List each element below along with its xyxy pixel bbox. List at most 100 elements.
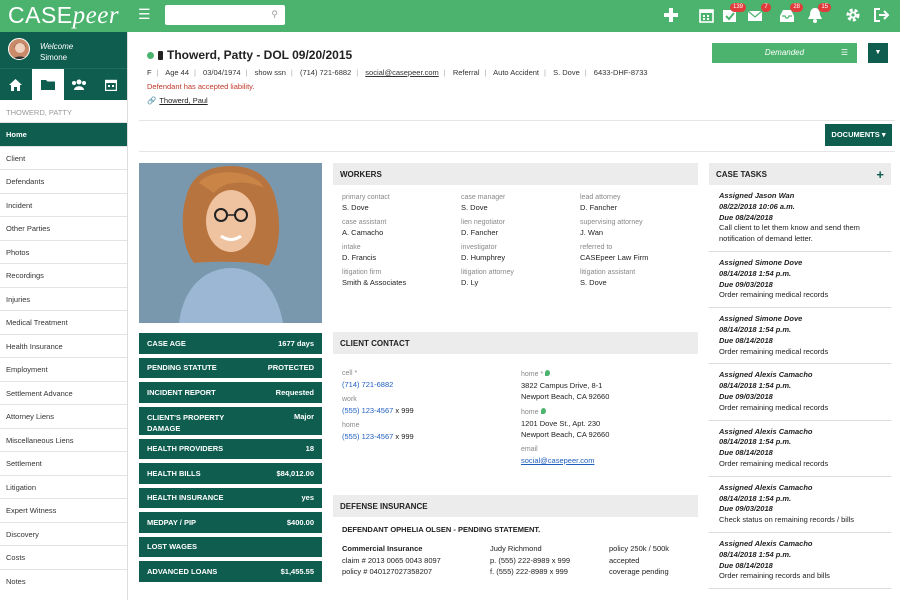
info-age: Age 44 bbox=[165, 68, 189, 77]
inbox-icon[interactable]: 28 bbox=[778, 3, 803, 25]
info-case-number: 6433-DHF-8733 bbox=[593, 68, 648, 77]
sidebar-item-home[interactable]: Home bbox=[0, 122, 127, 146]
worker-litigation-attorney: litigation attorney D. Ly bbox=[461, 269, 514, 287]
worker-intake: intake D. Francis bbox=[342, 244, 377, 262]
calendar-icon[interactable] bbox=[697, 7, 715, 25]
sidebar-item-costs[interactable]: Costs bbox=[0, 545, 127, 569]
stat-incident-report[interactable]: INCIDENT REPORT Requested bbox=[139, 382, 322, 403]
adjuster-name: Judy Richmond bbox=[490, 544, 542, 553]
sidebar-item-notes[interactable]: Notes bbox=[0, 568, 127, 593]
info-source: Referral bbox=[452, 68, 480, 77]
stat-property-damage[interactable]: CLIENT'S PROPERTY DAMAGE Major bbox=[139, 406, 322, 435]
info-gender: F bbox=[147, 68, 152, 77]
welcome-panel: Welcome Simone bbox=[0, 32, 127, 68]
menu-icon[interactable]: ☰ bbox=[138, 6, 151, 23]
task-item[interactable]: Assigned Alexis Camacho 08/14/2018 1:54 p… bbox=[709, 477, 891, 533]
task-item[interactable]: Assigned Alexis Camacho 08/14/2018 1:54 p… bbox=[709, 533, 891, 590]
sidebar-item-photos[interactable]: Photos bbox=[0, 239, 127, 264]
case-status-select[interactable]: Demanded ☰ bbox=[712, 43, 857, 63]
sidebar-item-settlement-advance[interactable]: Settlement Advance bbox=[0, 380, 127, 405]
case-stats: CASE AGE 1677 days PENDING STATUTE PROTECT… bbox=[139, 333, 322, 586]
defense-subtitle: DEFENDANT OPHELIA OLSEN - PENDING STATEM… bbox=[342, 525, 541, 534]
sidebar-item-client[interactable]: Client bbox=[0, 145, 127, 170]
stat-case-age[interactable]: CASE AGE 1677 days bbox=[139, 333, 322, 354]
case-title-text: Thowerd, Patty - DOL 09/20/2015 bbox=[167, 48, 353, 62]
address2-line2: Newport Beach, CA 92660 bbox=[521, 430, 610, 439]
calendar-tab-icon[interactable] bbox=[95, 69, 127, 100]
mail-badge: 7 bbox=[761, 3, 771, 12]
mail-icon[interactable]: 7 bbox=[746, 3, 771, 25]
task-item[interactable]: Assigned Simone Dove 08/14/2018 1:54 p.m.… bbox=[709, 252, 891, 309]
tasks-check-icon[interactable]: 139 bbox=[721, 3, 746, 25]
casepeer-logo[interactable]: CASEpeer bbox=[8, 2, 119, 30]
sidebar-item-defendants[interactable]: Defendants bbox=[0, 169, 127, 193]
sidebar-item-injuries[interactable]: Injuries bbox=[0, 286, 127, 311]
sidebar-item-attorney-liens[interactable]: Attorney Liens bbox=[0, 404, 127, 428]
home-tab-icon[interactable] bbox=[0, 69, 32, 100]
cell-phone-link[interactable]: (714) 721-6882 bbox=[342, 379, 414, 390]
link-icon: 🔗 bbox=[147, 96, 157, 105]
worker-case-manager: case manager S. Dove bbox=[461, 194, 506, 212]
stat-pending-statute[interactable]: PENDING STATUTE PROTECTED bbox=[139, 357, 322, 378]
linked-case-name[interactable]: Thowerd, Paul bbox=[159, 96, 207, 105]
stat-health-bills[interactable]: HEALTH BILLS $84,012.00 bbox=[139, 463, 322, 484]
sidebar-tabs bbox=[0, 68, 127, 100]
bell-icon[interactable]: 15 bbox=[806, 3, 831, 25]
linked-case[interactable]: 🔗 Thowerd, Paul bbox=[147, 96, 208, 105]
sidebar-item-employment[interactable]: Employment bbox=[0, 357, 127, 381]
workers-heading: WORKERS bbox=[333, 163, 698, 185]
folder-tab-icon[interactable] bbox=[31, 69, 64, 100]
email-link[interactable]: social@casepeer.com bbox=[521, 455, 609, 466]
worker-litigation-assistant: litigation assistant S. Dove bbox=[580, 269, 636, 287]
sidebar-item-incident[interactable]: Incident bbox=[0, 192, 127, 217]
worker-referred-to: referred to CASEpeer Law Firm bbox=[580, 244, 649, 262]
search-icon[interactable]: ⚲ bbox=[271, 9, 278, 20]
search-input[interactable]: ⚲ bbox=[165, 5, 285, 25]
work-phone-link[interactable]: (555) 123-4567 bbox=[342, 406, 393, 415]
show-ssn-link[interactable]: show ssn bbox=[255, 68, 286, 77]
policy-number: policy # 040127027358207 bbox=[342, 567, 433, 576]
sidebar-item-miscellaneous-liens[interactable]: Miscellaneous Liens bbox=[0, 427, 127, 452]
status-dropdown-button[interactable]: ▼ bbox=[868, 43, 888, 63]
stat-advanced-loans[interactable]: ADVANCED LOANS $1,455.55 bbox=[139, 561, 322, 582]
work-ext: x 999 bbox=[393, 406, 414, 415]
info-phone: (714) 721-6882 bbox=[299, 68, 352, 77]
task-item[interactable]: Assigned Alexis Camacho 08/14/2018 1:54 p… bbox=[709, 364, 891, 421]
defense-insurance-panel: DEFENSE INSURANCE DEFENDANT OPHELIA OLSE… bbox=[333, 495, 698, 578]
welcome-label: Welcome bbox=[40, 42, 74, 51]
info-email-link[interactable]: social@casepeer.com bbox=[365, 68, 438, 77]
home-phone-link[interactable]: (555) 123-4567 bbox=[342, 432, 393, 441]
home-label: home bbox=[342, 422, 360, 429]
address1-line1: 3822 Campus Drive, 8-1 bbox=[521, 381, 603, 390]
logout-icon[interactable] bbox=[872, 7, 890, 25]
address2-label: home bbox=[521, 409, 539, 416]
gear-icon[interactable] bbox=[844, 7, 862, 25]
documents-button[interactable]: DOCUMENTS ▾ bbox=[825, 124, 892, 146]
sidebar-item-recordings[interactable]: Recordings bbox=[0, 263, 127, 287]
task-item[interactable]: Assigned Alexis Camacho 08/14/2018 1:54 p… bbox=[709, 421, 891, 477]
add-task-icon[interactable]: + bbox=[876, 167, 884, 182]
stat-health-insurance[interactable]: HEALTH INSURANCE yes bbox=[139, 487, 322, 508]
user-avatar[interactable] bbox=[8, 38, 30, 60]
add-icon[interactable] bbox=[662, 7, 680, 25]
sidebar-item-discovery[interactable]: Discovery bbox=[0, 521, 127, 546]
sidebar-item-settlement[interactable]: Settlement bbox=[0, 451, 127, 475]
sidebar-item-expert-witness[interactable]: Expert Witness bbox=[0, 498, 127, 522]
sidebar-item-other-parties[interactable]: Other Parties bbox=[0, 216, 127, 240]
sidebar-item-medical-treatment[interactable]: Medical Treatment bbox=[0, 310, 127, 334]
worker-case-assistant: case assistant A. Camacho bbox=[342, 219, 387, 237]
map-pin-icon[interactable] bbox=[540, 408, 546, 414]
sidebar-item-litigation[interactable]: Litigation bbox=[0, 474, 127, 499]
contacts-tab-icon[interactable] bbox=[64, 69, 96, 100]
stat-health-providers[interactable]: HEALTH PROVIDERS 18 bbox=[139, 438, 322, 459]
case-tasks-heading: CASE TASKS + bbox=[709, 163, 891, 185]
task-item[interactable]: Assigned Simone Dove 08/14/2018 1:54 p.m.… bbox=[709, 308, 891, 365]
stat-medpay-pip[interactable]: MEDPAY / PIP $400.00 bbox=[139, 512, 322, 533]
task-item[interactable]: Assigned Jason Wan 08/22/2018 10:06 a.m. D… bbox=[709, 185, 891, 252]
liability-accepted: accepted bbox=[609, 555, 640, 565]
worker-lead-attorney: lead attorney D. Fancher bbox=[580, 194, 621, 212]
sidebar-item-health-insurance[interactable]: Health Insurance bbox=[0, 333, 127, 358]
map-pin-icon[interactable] bbox=[545, 370, 551, 376]
phone-icon bbox=[158, 50, 163, 60]
stat-lost-wages[interactable]: LOST WAGES bbox=[139, 536, 322, 557]
